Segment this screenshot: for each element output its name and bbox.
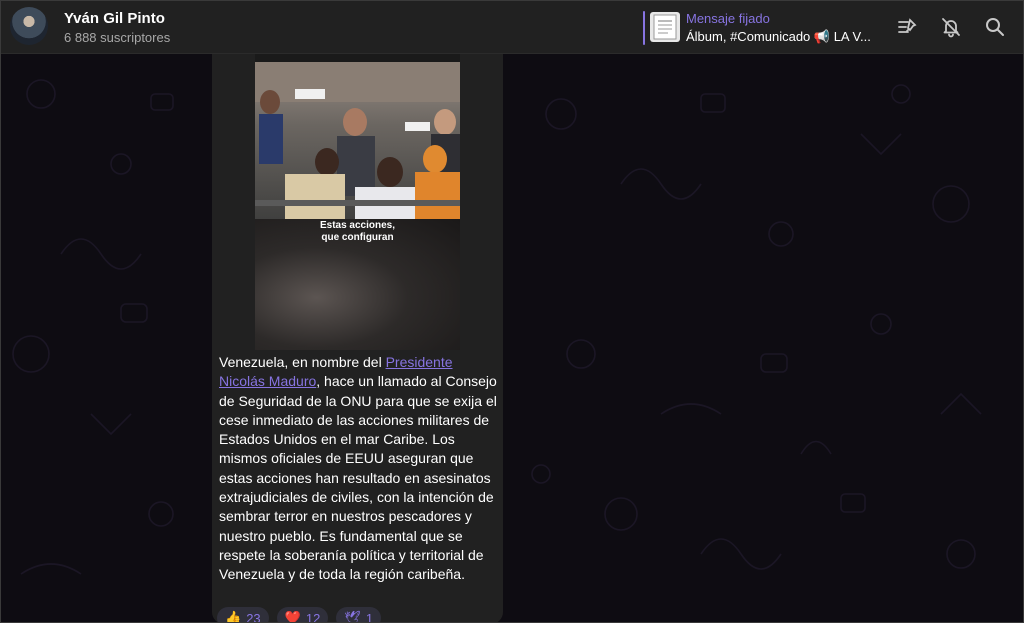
reaction-heart[interactable]: ❤️ 12 xyxy=(276,607,329,623)
message-text: Venezuela, en nombre del Presidente Nico… xyxy=(219,353,499,585)
video-scene-art xyxy=(255,62,460,219)
message-text-body: , hace un llamado al Consejo de Segurida… xyxy=(219,373,497,583)
chat-header: Yván Gil Pinto 6 888 suscriptores Mensaj… xyxy=(1,1,1023,54)
reaction-dove[interactable]: 🕊 1 xyxy=(336,607,382,623)
channel-name[interactable]: Yván Gil Pinto xyxy=(64,10,165,27)
document-thumbnail-icon xyxy=(653,14,677,40)
video-subtitle: Estas acciones, que configuran xyxy=(255,220,460,244)
pinned-list-icon xyxy=(898,18,917,33)
pinned-preview: Álbum, #Comunicado 📢 LA V... xyxy=(686,29,871,44)
reaction-count: 12 xyxy=(305,610,321,623)
pinned-title: Mensaje fijado xyxy=(686,11,770,26)
search-icon xyxy=(986,18,1004,36)
video-subtitle-line-1: Estas acciones, xyxy=(319,220,396,231)
video-frame-meeting xyxy=(255,62,460,219)
reaction-count: 1 xyxy=(365,610,374,623)
message-text-intro: Venezuela, en nombre del xyxy=(219,354,386,370)
subscriber-count: 6 888 suscriptores xyxy=(64,30,171,45)
channel-avatar[interactable] xyxy=(10,7,48,45)
video-attachment[interactable]: Estas acciones, que configuran xyxy=(255,54,460,350)
pinned-indicator-bar xyxy=(643,11,645,45)
chat-background xyxy=(1,54,1023,622)
reactions-bar: 👍 23 ❤️ 12 🕊 1 xyxy=(217,607,382,623)
telegram-window: Yván Gil Pinto 6 888 suscriptores Mensaj… xyxy=(0,0,1024,623)
mute-bell-icon xyxy=(942,18,960,38)
heart-icon: ❤️ xyxy=(284,610,301,623)
dove-icon: 🕊 xyxy=(344,610,361,623)
reaction-thumbs-up[interactable]: 👍 23 xyxy=(217,607,269,623)
pinned-thumbnail xyxy=(650,12,680,42)
reaction-count: 23 xyxy=(246,610,261,623)
mute-button[interactable] xyxy=(934,10,968,44)
doodle-pattern xyxy=(12,79,982,575)
pinned-list-button[interactable] xyxy=(890,10,924,44)
video-subtitle-line-2: que configuran xyxy=(321,232,394,243)
pinned-message[interactable]: Mensaje fijado Álbum, #Comunicado 📢 LA V… xyxy=(643,11,883,45)
search-button[interactable] xyxy=(978,10,1012,44)
message-bubble: Estas acciones, que configuran Venezuela… xyxy=(212,54,503,623)
thumbs-up-icon: 👍 xyxy=(225,610,242,623)
